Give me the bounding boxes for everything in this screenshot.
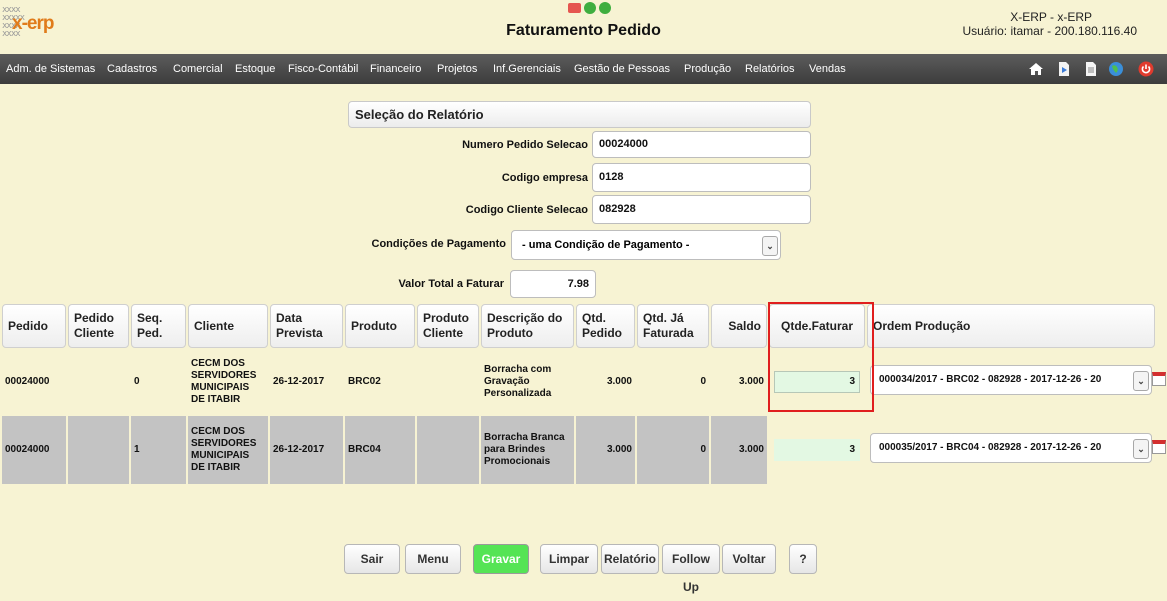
- col-seq-ped: Seq. Ped.: [131, 304, 186, 348]
- menu-vendas[interactable]: Vendas: [809, 54, 846, 84]
- numero-pedido-label: Numero Pedido Selecao: [462, 139, 588, 151]
- numero-pedido-field[interactable]: 00024000: [592, 131, 811, 158]
- main-menu-bar: Adm. de Sistemas Cadastros Comercial Est…: [0, 54, 1167, 84]
- cell-seq: 0: [131, 348, 186, 416]
- relatorio-button[interactable]: Relatório: [601, 544, 659, 574]
- chevron-down-icon[interactable]: ⌄: [1133, 439, 1149, 459]
- menu-adm-sistemas[interactable]: Adm. de Sistemas: [6, 54, 95, 84]
- condicoes-pagamento-label: Condições de Pagamento: [371, 238, 506, 250]
- valor-total-label: Valor Total a Faturar: [398, 278, 504, 290]
- green-arrow-icon[interactable]: [599, 2, 611, 14]
- cell-cliente: CECM DOS SERVIDORES MUNICIPAIS DE ITABIR: [188, 416, 268, 484]
- col-produto-cliente: Produto Cliente: [417, 304, 479, 348]
- cell-produto: BRC02: [345, 348, 415, 416]
- order-items-table: Pedido Pedido Cliente Seq. Ped. Cliente …: [0, 304, 1157, 484]
- email-icon[interactable]: [568, 3, 581, 13]
- col-data-prevista: Data Prevista: [270, 304, 343, 348]
- cell-qtd-faturada: 0: [637, 348, 709, 416]
- cell-data: 26-12-2017: [270, 348, 343, 416]
- globe-icon[interactable]: [1108, 61, 1124, 77]
- cell-pedido: 00024000: [2, 348, 66, 416]
- cell-ordem-producao: 000035/2017 - BRC04 - 082928 - 2017-12-2…: [867, 416, 1155, 484]
- cell-descricao: Borracha com Gravação Personalizada: [481, 348, 574, 416]
- menu-inf-gerenciais[interactable]: Inf.Gerenciais: [493, 54, 561, 84]
- cell-saldo: 3.000: [711, 416, 767, 484]
- page-header: xxxx xxxxx xxxx xxxx x-erp Faturamento P…: [0, 0, 1167, 54]
- menu-gestao-pessoas[interactable]: Gestão de Pessoas: [574, 54, 670, 84]
- ordem-producao-value: 000035/2017 - BRC04 - 082928 - 2017-12-2…: [879, 442, 1102, 453]
- codigo-empresa-label: Codigo empresa: [501, 172, 588, 184]
- report-selection-header: Seleção do Relatório: [348, 101, 811, 128]
- calendar-icon[interactable]: [1152, 372, 1166, 386]
- menu-projetos[interactable]: Projetos: [437, 54, 477, 84]
- codigo-cliente-label: Codigo Cliente Selecao: [465, 204, 588, 216]
- ordem-producao-select[interactable]: 000034/2017 - BRC02 - 082928 - 2017-12-2…: [870, 365, 1152, 395]
- cell-qtd-faturada: 0: [637, 416, 709, 484]
- col-saldo: Saldo: [711, 304, 767, 348]
- document-arrow-icon[interactable]: [1056, 61, 1072, 77]
- system-user-info: X-ERP - x-ERP Usuário: itamar - 200.180.…: [837, 10, 1137, 38]
- chevron-down-icon[interactable]: ⌄: [762, 236, 778, 256]
- col-qtd-faturada: Qtd. Já Faturada: [637, 304, 709, 348]
- qtde-faturar-highlight: [768, 302, 874, 412]
- cell-qtd-pedido: 3.000: [576, 416, 635, 484]
- table-header-row: Pedido Pedido Cliente Seq. Ped. Cliente …: [2, 304, 1155, 348]
- menu-cadastros[interactable]: Cadastros: [107, 54, 157, 84]
- cell-data: 26-12-2017: [270, 416, 343, 484]
- ordem-producao-select[interactable]: 000035/2017 - BRC04 - 082928 - 2017-12-2…: [870, 433, 1152, 463]
- condicoes-pagamento-select[interactable]: - uma Condição de Pagamento - ⌄: [511, 230, 781, 260]
- user-info: Usuário: itamar - 200.180.116.40: [962, 24, 1137, 38]
- cell-produto-cliente: [417, 416, 479, 484]
- col-pedido-cliente: Pedido Cliente: [68, 304, 129, 348]
- codigo-empresa-field[interactable]: 0128: [592, 163, 811, 192]
- qtde-faturar-input[interactable]: 3: [774, 439, 860, 461]
- col-qtd-pedido: Qtd. Pedido: [576, 304, 635, 348]
- cell-qtde-faturar: 3: [769, 416, 865, 484]
- sair-button[interactable]: Sair: [344, 544, 400, 574]
- menu-estoque[interactable]: Estoque: [235, 54, 275, 84]
- follow-up-button[interactable]: Follow Up: [662, 544, 720, 594]
- col-ordem-producao: Ordem Produção: [867, 304, 1155, 348]
- menu-financeiro[interactable]: Financeiro: [370, 54, 421, 84]
- chevron-down-icon[interactable]: ⌄: [1133, 371, 1149, 391]
- calendar-icon[interactable]: [1152, 440, 1166, 454]
- cell-cliente: CECM DOS SERVIDORES MUNICIPAIS DE ITABIR: [188, 348, 268, 416]
- page-icon[interactable]: [1083, 61, 1099, 77]
- cell-qtd-pedido: 3.000: [576, 348, 635, 416]
- green-status-icon[interactable]: [584, 2, 596, 14]
- cell-produto: BRC04: [345, 416, 415, 484]
- col-produto: Produto: [345, 304, 415, 348]
- cell-pedido-cliente: [68, 416, 129, 484]
- cell-seq: 1: [131, 416, 186, 484]
- cell-pedido-cliente: [68, 348, 129, 416]
- cell-pedido: 00024000: [2, 416, 66, 484]
- col-cliente: Cliente: [188, 304, 268, 348]
- codigo-cliente-field[interactable]: 082928: [592, 195, 811, 224]
- top-status-icons: [568, 2, 611, 16]
- table-row[interactable]: 00024000 0 CECM DOS SERVIDORES MUNICIPAI…: [2, 348, 1155, 416]
- valor-total-field[interactable]: 7.98: [510, 270, 596, 298]
- system-name: X-ERP - x-ERP: [1010, 10, 1092, 24]
- cell-ordem-producao: 000034/2017 - BRC02 - 082928 - 2017-12-2…: [867, 348, 1155, 416]
- table-row[interactable]: 00024000 1 CECM DOS SERVIDORES MUNICIPAI…: [2, 416, 1155, 484]
- menu-fisco-contabil[interactable]: Fisco-Contábil: [288, 54, 358, 84]
- cell-produto-cliente: [417, 348, 479, 416]
- home-icon[interactable]: [1028, 61, 1044, 77]
- cell-descricao: Borracha Branca para Brindes Promocionai…: [481, 416, 574, 484]
- col-pedido: Pedido: [2, 304, 66, 348]
- menu-comercial[interactable]: Comercial: [173, 54, 223, 84]
- cell-saldo: 3.000: [711, 348, 767, 416]
- ordem-producao-value: 000034/2017 - BRC02 - 082928 - 2017-12-2…: [879, 374, 1102, 385]
- voltar-button[interactable]: Voltar: [722, 544, 776, 574]
- condicoes-pagamento-value: - uma Condição de Pagamento -: [522, 239, 690, 251]
- col-descricao: Descrição do Produto: [481, 304, 574, 348]
- menu-button[interactable]: Menu: [405, 544, 461, 574]
- menu-producao[interactable]: Produção: [684, 54, 731, 84]
- gravar-button[interactable]: Gravar: [473, 544, 529, 574]
- help-button[interactable]: ?: [789, 544, 817, 574]
- menu-relatorios[interactable]: Relatórios: [745, 54, 795, 84]
- power-icon[interactable]: [1138, 61, 1154, 77]
- limpar-button[interactable]: Limpar: [540, 544, 598, 574]
